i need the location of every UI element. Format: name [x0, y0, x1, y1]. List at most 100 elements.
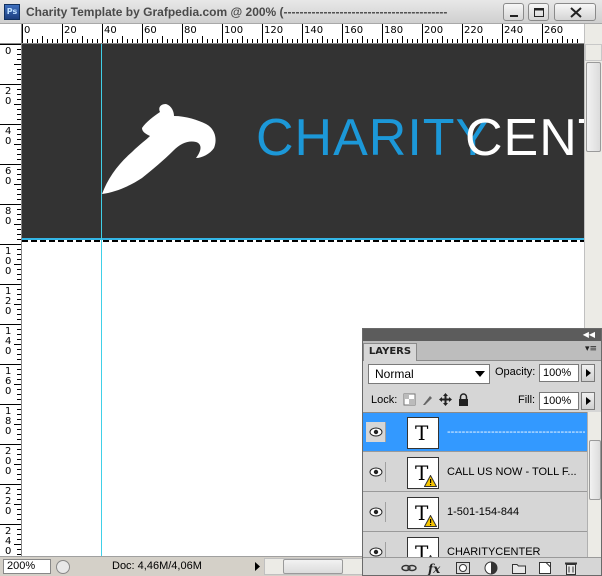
- lock-position-move-icon[interactable]: [439, 393, 452, 406]
- minimize-icon: [510, 15, 518, 17]
- layer-name[interactable]: CALL US NOW - TOLL F...: [447, 466, 585, 478]
- delete-layer-trash-icon[interactable]: [563, 560, 579, 576]
- ruler-label: 180: [5, 406, 12, 437]
- ruler-minor-tick: [14, 104, 21, 105]
- add-mask-icon[interactable]: [455, 560, 471, 576]
- panel-menu-icon[interactable]: ▾≡: [585, 344, 597, 354]
- ruler-minor-tick: [122, 36, 123, 43]
- ruler-minor-tick: [17, 59, 21, 60]
- ruler-minor-tick: [17, 414, 21, 415]
- scroll-thumb[interactable]: [586, 62, 601, 152]
- layers-scroll-thumb[interactable]: [589, 440, 601, 500]
- ruler-origin[interactable]: [0, 24, 22, 44]
- status-menu-arrow-icon[interactable]: [251, 560, 263, 573]
- ruler-minor-tick: [132, 39, 133, 43]
- ruler-minor-tick: [287, 39, 288, 43]
- ruler-minor-tick: [357, 39, 358, 43]
- ruler-minor-tick: [17, 314, 21, 315]
- ruler-minor-tick: [14, 144, 21, 145]
- ruler-label: 0: [5, 46, 12, 57]
- layer-name[interactable]: 1-501-154-844: [447, 506, 585, 518]
- horizontal-ruler[interactable]: 0 20 40 60 80 100 120 140 160 180 200 220 240 260: [22, 24, 584, 44]
- ruler-minor-tick: [17, 339, 21, 340]
- visibility-toggle[interactable]: [366, 502, 386, 522]
- ruler-label: 80: [5, 206, 12, 227]
- ruler-minor-tick: [67, 39, 68, 43]
- ruler-minor-tick: [497, 39, 498, 43]
- ruler-minor-tick: [227, 39, 228, 43]
- ruler-minor-tick: [17, 354, 21, 355]
- ruler-minor-tick: [427, 39, 428, 43]
- visibility-toggle[interactable]: [366, 542, 386, 557]
- hscroll-thumb[interactable]: [283, 559, 343, 574]
- lock-pixels-brush-icon[interactable]: [421, 393, 434, 406]
- minimize-button[interactable]: [503, 3, 524, 21]
- ruler-major-tick: [0, 324, 21, 325]
- vertical-guide[interactable]: [101, 44, 102, 556]
- ruler-minor-tick: [52, 39, 53, 43]
- scroll-up-button[interactable]: [585, 44, 602, 61]
- canvas-horizontal-scrollbar[interactable]: [264, 558, 364, 575]
- zoom-input[interactable]: 200%: [3, 559, 51, 574]
- tab-layers[interactable]: LAYERS: [363, 343, 417, 361]
- opacity-input[interactable]: 100%: [539, 364, 579, 382]
- ruler-minor-tick: [17, 89, 21, 90]
- ruler-minor-tick: [17, 69, 21, 70]
- ruler-minor-tick: [17, 154, 21, 155]
- status-info-icon[interactable]: [56, 560, 70, 574]
- ruler-minor-tick: [522, 36, 523, 43]
- ruler-minor-tick: [552, 39, 553, 43]
- layer-style-fx-icon[interactable]: fx: [427, 560, 443, 576]
- ruler-major-tick: [0, 484, 21, 485]
- ruler-minor-tick: [17, 394, 21, 395]
- maximize-button[interactable]: [528, 3, 549, 21]
- collapse-icon[interactable]: ◀◀: [583, 329, 595, 341]
- ruler-minor-tick: [447, 39, 448, 43]
- title-bar[interactable]: Ps Charity Template by Grafpedia.com @ 2…: [0, 0, 602, 24]
- layer-row[interactable]: T CHARITYCENTER: [363, 533, 587, 557]
- ruler-minor-tick: [17, 99, 21, 100]
- layer-row[interactable]: T 1-501-154-844: [363, 493, 587, 532]
- ruler-minor-tick: [17, 349, 21, 350]
- ruler-label: 40: [5, 126, 12, 147]
- ruler-minor-tick: [17, 469, 21, 470]
- link-layers-icon[interactable]: [401, 560, 417, 576]
- vertical-ruler[interactable]: 0 20 40 60 80 100 120 140 160 180 200 220 240: [0, 44, 22, 556]
- visibility-toggle[interactable]: [366, 462, 386, 482]
- layer-row[interactable]: T CALL US NOW - TOLL F...: [363, 453, 587, 492]
- ruler-major-tick: [342, 24, 343, 43]
- layer-name[interactable]: ----------------------------------------…: [447, 426, 585, 438]
- fill-slider-button[interactable]: [581, 392, 595, 410]
- lock-transparency-icon[interactable]: [403, 393, 416, 406]
- ruler-minor-tick: [17, 54, 21, 55]
- opacity-slider-button[interactable]: [581, 364, 595, 382]
- ruler-minor-tick: [557, 39, 558, 43]
- visibility-toggle[interactable]: [366, 422, 386, 442]
- ruler-label: 60: [5, 166, 12, 187]
- ruler-label: 180: [384, 25, 404, 36]
- layer-row[interactable]: T --------------------------------------…: [363, 413, 587, 452]
- adjustment-layer-icon[interactable]: [483, 560, 499, 576]
- brand-name-charity: CHARITY: [256, 109, 492, 167]
- ruler-minor-tick: [17, 419, 21, 420]
- layer-name[interactable]: CHARITYCENTER: [447, 546, 585, 557]
- ruler-major-tick: [0, 84, 21, 85]
- close-button[interactable]: [554, 3, 596, 21]
- ruler-label: 20: [5, 86, 12, 107]
- blend-mode-select[interactable]: Normal: [368, 364, 490, 384]
- ruler-minor-tick: [14, 224, 21, 225]
- ruler-minor-tick: [17, 374, 21, 375]
- ruler-minor-tick: [17, 454, 21, 455]
- ruler-minor-tick: [567, 39, 568, 43]
- ruler-major-tick: [0, 524, 21, 525]
- layers-scrollbar[interactable]: [587, 412, 601, 557]
- panel-title-bar[interactable]: ◀◀: [363, 329, 601, 341]
- new-group-folder-icon[interactable]: [511, 560, 527, 576]
- fill-input[interactable]: 100%: [539, 392, 579, 410]
- lock-all-icon[interactable]: [457, 393, 470, 406]
- layers-panel-footer: fx: [363, 557, 601, 576]
- ruler-minor-tick: [14, 544, 21, 545]
- ruler-minor-tick: [17, 449, 21, 450]
- new-layer-icon[interactable]: [537, 560, 553, 576]
- ruler-minor-tick: [387, 39, 388, 43]
